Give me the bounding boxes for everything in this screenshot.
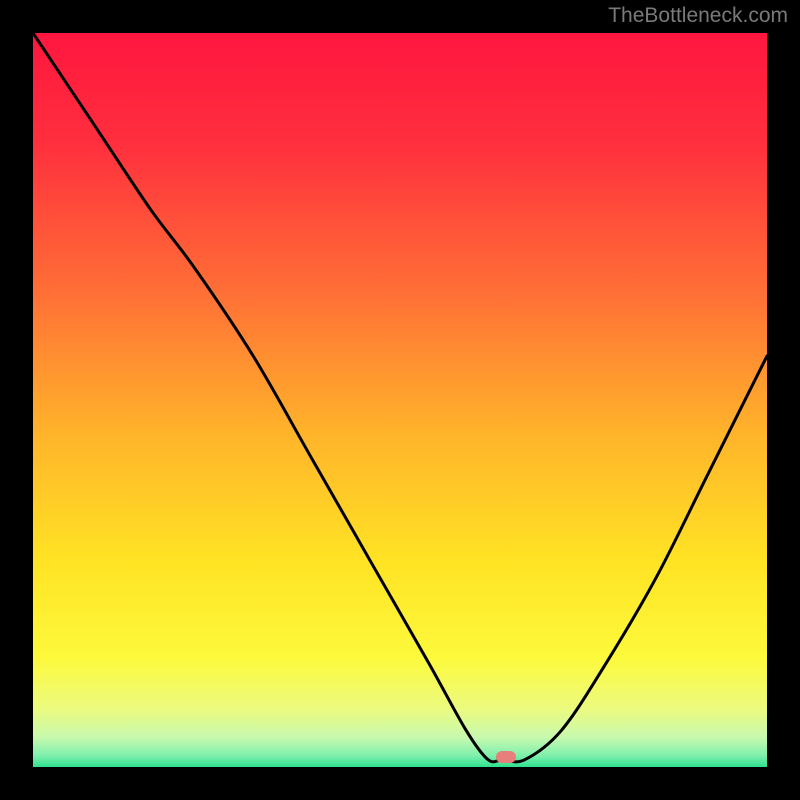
optimum-marker (496, 751, 516, 763)
chart-container: TheBottleneck.com (0, 0, 800, 800)
gradient-background (33, 33, 767, 767)
watermark-text: TheBottleneck.com (608, 4, 788, 28)
plot-area (33, 33, 767, 767)
chart-svg (33, 33, 767, 767)
